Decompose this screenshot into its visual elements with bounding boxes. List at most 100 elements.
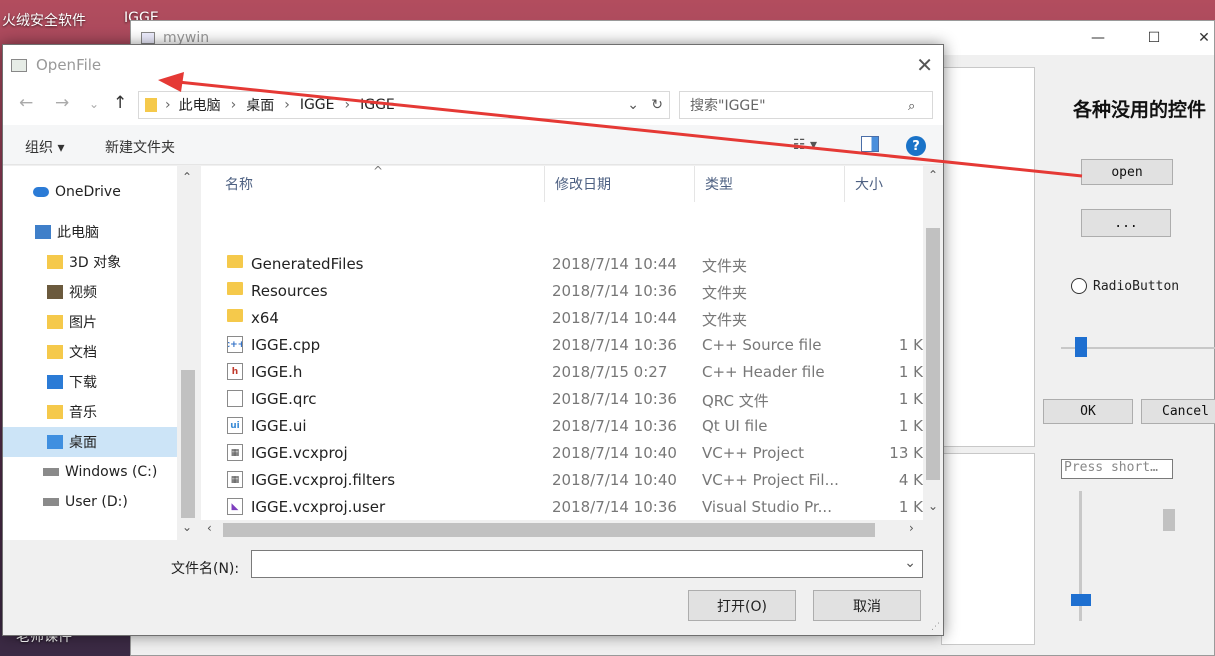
file-row[interactable]: ▦ IGGE.vcxproj.filters 2018/7/14 10:40 VC++… [201,467,923,494]
preview-pane-icon[interactable] [861,136,879,152]
dots-button[interactable]: ... [1081,209,1171,237]
chevron-down-icon[interactable]: ⌄ [928,499,938,513]
new-folder-button[interactable]: 新建文件夹 [105,137,175,157]
search-input[interactable]: 搜索"IGGE" [679,91,933,119]
file-icon: ▦ [227,471,243,488]
breadcrumb-item[interactable]: IGGE [360,97,395,113]
scrollbar-thumb[interactable] [1163,509,1175,531]
chevron-down-icon[interactable]: ⌄ [904,555,916,571]
sidebar-item-onedrive[interactable]: OneDrive [3,177,177,207]
chevron-left-icon[interactable]: ‹ [207,521,212,535]
radio-button[interactable] [1071,278,1087,294]
file-date: 2018/7/14 10:40 [552,444,677,462]
text-area[interactable] [941,453,1035,645]
sidebar-item-desktop[interactable]: 桌面 [3,427,177,457]
sidebar-item-pictures[interactable]: 图片 [3,307,177,337]
scrollbar[interactable] [1161,491,1177,623]
open-button[interactable]: 打开(O) [688,590,796,621]
filename-label: 文件名(N): [171,561,240,577]
file-row[interactable]: x64 2018/7/14 10:44 文件夹 [201,305,923,332]
file-row[interactable]: Resources 2018/7/14 10:36 文件夹 [201,278,923,305]
sidebar-item-drive-d[interactable]: User (D:) [3,487,177,517]
chevron-right-icon: › [344,97,351,113]
file-name: IGGE.ui [251,417,307,435]
sidebar-item-videos[interactable]: 视频 [3,277,177,307]
sidebar-item-3d[interactable]: 3D 对象 [3,247,177,277]
file-row[interactable]: GeneratedFiles 2018/7/14 10:44 文件夹 [201,251,923,278]
scrollbar-thumb[interactable] [223,523,875,537]
vertical-slider-handle[interactable] [1071,594,1091,606]
file-row[interactable]: IGGE.qrc 2018/7/14 10:36 QRC 文件 1 K [201,386,923,413]
refresh-icon[interactable]: ↻ [651,97,663,113]
file-row[interactable]: ui IGGE.ui 2018/7/14 10:36 Qt UI file 1 K [201,413,923,440]
chevron-right-icon[interactable]: › [909,521,914,535]
sidebar-scrollbar[interactable]: ⌃ ⌄ [177,166,199,540]
organize-button[interactable]: 组织 ▾ [25,137,64,157]
view-area [941,67,1035,447]
open-button[interactable]: open [1081,159,1173,185]
sidebar-item-music[interactable]: 音乐 [3,397,177,427]
shortcut-input[interactable]: Press short… [1061,459,1173,479]
file-name: IGGE.qrc [251,390,317,408]
downloads-folder-icon [47,375,63,389]
cancel-button[interactable]: Cancel [1141,399,1215,424]
view-options-icon[interactable]: ☷ ▾ [793,137,817,153]
sidebar-item-documents[interactable]: 文档 [3,337,177,367]
file-date: 2018/7/14 10:44 [552,309,677,327]
slider-handle[interactable] [1075,337,1087,357]
filename-input[interactable]: ⌄ [251,550,923,578]
close-icon[interactable]: ✕ [916,53,933,77]
folder-icon [227,255,243,268]
maximize-button[interactable]: ☐ [1131,21,1177,55]
file-name: x64 [251,309,279,327]
file-row[interactable]: ◣ IGGE.vcxproj.user 2018/7/14 10:36 Visual … [201,494,923,521]
navigation-pane: OneDrive 此电脑 3D 对象 视频 图片 文档 下载 音乐 桌面 Win… [3,166,199,540]
help-icon[interactable]: ? [906,136,926,156]
ok-button[interactable]: OK [1043,399,1133,424]
up-icon[interactable]: ↑ [113,93,127,113]
column-header-size[interactable]: 大小 [845,166,923,202]
sidebar-item-label: 图片 [69,315,97,331]
app-icon [11,58,27,72]
file-name: GeneratedFiles [251,255,364,273]
breadcrumb-item[interactable]: 此电脑 [179,95,221,115]
chevron-up-icon[interactable]: ⌃ [182,170,192,184]
scrollbar-thumb[interactable] [926,228,940,480]
open-file-dialog: OpenFile ✕ ← → ⌄ ↑ › 此电脑 › 桌面 › IGGE › I… [2,44,944,636]
sidebar-item-downloads[interactable]: 下载 [3,367,177,397]
file-size: 1 K [898,390,923,408]
minimize-button[interactable]: — [1075,21,1121,55]
file-row[interactable]: ▦ IGGE.vcxproj 2018/7/14 10:40 VC++ Project… [201,440,923,467]
back-icon[interactable]: ← [19,93,33,113]
file-name: IGGE.cpp [251,336,321,354]
chevron-down-icon[interactable]: ⌄ [627,97,639,113]
forward-icon[interactable]: → [55,93,69,113]
file-icon: ui [227,417,243,434]
desktop-icon-label[interactable]: 火绒安全软件 [2,10,86,30]
file-date: 2018/7/14 10:40 [552,471,677,489]
vertical-scrollbar[interactable]: ⌃ ⌄ [923,166,943,540]
sidebar-item-label: 视频 [69,285,97,301]
file-row[interactable]: c++ IGGE.cpp 2018/7/14 10:36 C++ Source fil… [201,332,923,359]
cancel-button[interactable]: 取消 [813,590,921,621]
file-row[interactable]: h IGGE.h 2018/7/15 0:27 C++ Header file 1 K [201,359,923,386]
sidebar-item-drive-c[interactable]: Windows (C:) [3,457,177,487]
breadcrumb-item[interactable]: 桌面 [246,95,274,115]
chevron-up-icon[interactable]: ⌃ [928,168,938,182]
column-header-date[interactable]: 修改日期 [545,166,695,202]
scrollbar-thumb[interactable] [181,370,195,518]
drive-icon [43,498,59,506]
file-date: 2018/7/15 0:27 [552,363,668,381]
file-type: Qt UI file [702,417,768,435]
address-bar[interactable]: › 此电脑 › 桌面 › IGGE › IGGE ⌄ ↻ [138,91,670,119]
breadcrumb-item[interactable]: IGGE [300,97,335,113]
column-header-type[interactable]: 类型 [695,166,845,202]
recent-chevron-icon[interactable]: ⌄ [89,97,99,111]
horizontal-scrollbar[interactable]: ‹ › [201,520,923,540]
chevron-down-icon[interactable]: ⌄ [182,520,192,534]
resize-grip-icon[interactable]: ⋰ [931,622,940,632]
sidebar-item-this-pc[interactable]: 此电脑 [3,217,177,247]
file-size: 1 K [898,417,923,435]
file-list: 名称 ^ 修改日期 类型 大小 GeneratedFiles 2018/7/14 … [201,166,943,540]
close-button[interactable]: ✕ [1181,21,1215,55]
